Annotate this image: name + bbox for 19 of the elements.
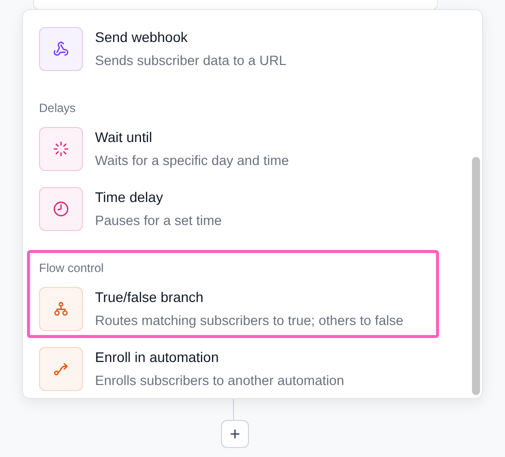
add-step-button[interactable]: +	[221, 420, 249, 448]
item-title: Send webhook	[95, 28, 189, 47]
item-title: Time delay	[95, 188, 164, 207]
section-header: Delays	[39, 100, 77, 116]
menu-item[interactable]: Send webhook Sends subscriber data to a URL	[39, 27, 482, 71]
menu-item[interactable]: Time delay Pauses for a set time	[39, 187, 482, 231]
scrollbar[interactable]	[472, 157, 480, 395]
item-title: Enroll in automation	[95, 348, 220, 367]
menu-item[interactable]: True/false branch Routes matching subscribers to true; others to false	[39, 287, 436, 331]
menu-item[interactable]: Wait until Waits for a specific day and time	[39, 127, 482, 171]
section-header: Flow control	[39, 260, 105, 276]
item-title: Wait until	[95, 128, 154, 147]
item-description: Sends subscriber data to a URL	[95, 52, 286, 70]
item-description: Routes matching subscribers to true; others to false	[95, 312, 404, 330]
item-description: Waits for a specific day and time	[95, 152, 289, 170]
item-description: Pauses for a set time	[95, 212, 222, 230]
item-description: Enrolls subscribers to another automation	[95, 372, 344, 390]
menu-item[interactable]: Enroll in automation Enrolls subscribers to another automation	[39, 347, 482, 391]
item-title: True/false branch	[95, 288, 204, 307]
